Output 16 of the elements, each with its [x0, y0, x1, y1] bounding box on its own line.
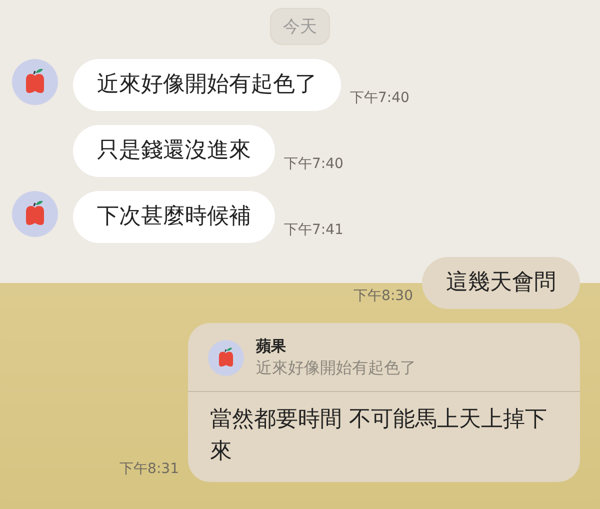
- apple-avatar-icon: [208, 340, 244, 376]
- message-time: 下午8:31: [120, 460, 179, 478]
- message-time: 下午7:40: [284, 155, 344, 173]
- message-time: 下午7:41: [284, 221, 344, 239]
- message-bubble: 這幾天會問: [422, 257, 580, 309]
- message-time: 下午7:40: [350, 89, 410, 107]
- message-time: 下午8:30: [354, 287, 413, 305]
- message-bubble: 近來好像開始有起色了: [73, 59, 341, 111]
- quoted-message-text: 近來好像開始有起色了: [256, 358, 416, 379]
- apple-avatar-icon: [12, 59, 58, 105]
- quoted-sender-name: 蘋果: [256, 337, 287, 356]
- message-bubble: 下次甚麼時候補: [73, 191, 275, 243]
- message-bubble: 只是錢還沒進來: [73, 125, 275, 177]
- apple-avatar-icon: [12, 191, 58, 237]
- date-chip: 今天: [270, 8, 330, 45]
- message-text: 當然都要時間 不可能馬上天上掉下來: [209, 406, 548, 466]
